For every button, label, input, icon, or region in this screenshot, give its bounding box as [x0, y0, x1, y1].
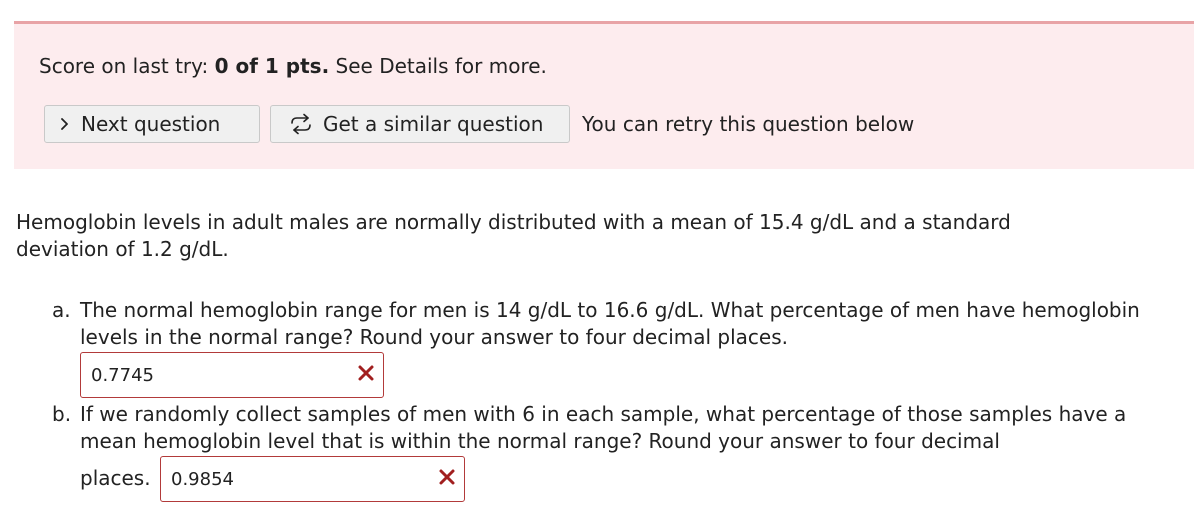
part-b-text-tail: places.	[80, 466, 151, 490]
part-b-answer-value: 0.9854	[171, 468, 234, 490]
score-prefix: Score on last try:	[39, 54, 215, 78]
page: Score on last try: 0 of 1 pts. See Detai…	[0, 0, 1194, 530]
part-a-text: The normal hemoglobin range for men is 1…	[80, 298, 1140, 349]
part-b-text: If we randomly collect samples of men wi…	[80, 402, 1127, 453]
x-mark-icon	[357, 364, 383, 387]
score-line: Score on last try: 0 of 1 pts. See Detai…	[39, 53, 547, 79]
score-suffix: See Details for more.	[329, 54, 547, 78]
retry-text: You can retry this question below	[582, 112, 915, 136]
question-intro: Hemoglobin levels in adult males are nor…	[16, 210, 1011, 261]
part-b-answer-field[interactable]: 0.9854	[160, 456, 465, 502]
chevron-right-icon	[59, 117, 71, 131]
x-mark-icon	[438, 468, 464, 491]
score-banner: Score on last try: 0 of 1 pts. See Detai…	[14, 21, 1194, 169]
part-b-letter: b.	[52, 402, 72, 426]
similar-question-label: Get a similar question	[323, 112, 544, 136]
refresh-arrows-icon	[289, 113, 313, 135]
part-a-answer-field[interactable]: 0.7745	[80, 352, 384, 398]
part-a-letter: a.	[52, 298, 71, 322]
next-question-button[interactable]: Next question	[44, 105, 260, 143]
score-value: 0 of 1 pts.	[214, 54, 330, 78]
similar-question-button[interactable]: Get a similar question	[270, 105, 570, 143]
part-a-answer-value: 0.7745	[91, 364, 154, 386]
next-question-label: Next question	[81, 112, 221, 136]
